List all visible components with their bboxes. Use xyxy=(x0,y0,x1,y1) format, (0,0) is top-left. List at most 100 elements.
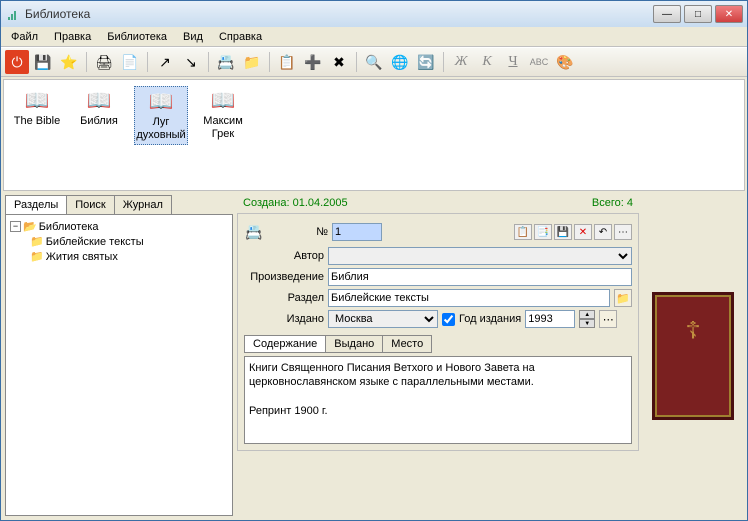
year-browse-icon[interactable]: ⋯ xyxy=(599,310,617,328)
book-cover[interactable]: ☦ xyxy=(652,292,734,420)
menu-file[interactable]: Файл xyxy=(7,29,42,45)
published-label: Издано xyxy=(244,313,324,325)
row-toolbar: 📋 📑 💾 ✕ ↶ ⋯ xyxy=(514,224,632,240)
underline-icon[interactable]: Ч xyxy=(501,50,525,74)
tree-child[interactable]: 📁 Библейские тексты xyxy=(30,234,228,249)
status-line: Создана: 01.04.2005 Всего: 4 xyxy=(237,195,639,211)
year-checkbox[interactable] xyxy=(442,313,455,326)
book-icon: 📖 xyxy=(149,89,174,114)
left-tabs: Разделы Поиск Журнал xyxy=(5,195,233,214)
subtab-place[interactable]: Место xyxy=(382,335,432,353)
print-icon[interactable]: 🖨 xyxy=(92,50,116,74)
mini-copy-icon[interactable]: 📑 xyxy=(534,224,552,240)
book-label: Луг духовный xyxy=(136,116,185,142)
tree-root[interactable]: − 📂 Библиотека xyxy=(10,219,228,234)
description-box[interactable]: Книги Священного Писания Ветхого и Новог… xyxy=(244,356,632,444)
star-icon[interactable]: ⭐ xyxy=(57,50,81,74)
delete-icon[interactable]: ✖ xyxy=(327,50,351,74)
search-icon[interactable]: 🔍 xyxy=(362,50,386,74)
new-icon[interactable]: 📋 xyxy=(275,50,299,74)
folder-icon: 📁 xyxy=(30,235,44,248)
subtab-issued[interactable]: Выдано xyxy=(325,335,383,353)
browse-folder-icon[interactable]: 📁 xyxy=(614,289,632,307)
section-label: Раздел xyxy=(244,292,324,304)
book-icon: 📖 xyxy=(211,88,236,113)
published-select[interactable]: Москва xyxy=(328,310,438,328)
card-icon[interactable]: 📇 xyxy=(214,50,238,74)
year-label: Год издания xyxy=(459,313,521,325)
tree-label: Жития святых xyxy=(46,251,118,263)
card-icon[interactable]: 📇 xyxy=(244,220,264,244)
menu-help[interactable]: Справка xyxy=(215,29,266,45)
folder-icon[interactable]: 📁 xyxy=(240,50,264,74)
stop-icon[interactable]: ⏻ xyxy=(5,50,29,74)
year-spinner: ▲ ▼ xyxy=(579,310,595,328)
menu-edit[interactable]: Правка xyxy=(50,29,95,45)
window-buttons: — □ ✕ xyxy=(653,5,743,23)
book-item[interactable]: 📖 The Bible xyxy=(10,86,64,130)
menu-view[interactable]: Вид xyxy=(179,29,207,45)
year-input[interactable] xyxy=(525,310,575,328)
titlebar: Библиотека — □ ✕ xyxy=(1,1,747,27)
export-icon[interactable]: ↗ xyxy=(153,50,177,74)
tab-journal[interactable]: Журнал xyxy=(114,195,172,214)
minimize-button[interactable]: — xyxy=(653,5,681,23)
work-input[interactable] xyxy=(328,268,632,286)
tree-child[interactable]: 📁 Жития святых xyxy=(30,249,228,264)
book-icon: 📖 xyxy=(87,88,112,113)
mini-delete-icon[interactable]: ✕ xyxy=(574,224,592,240)
mini-undo-icon[interactable]: ↶ xyxy=(594,224,612,240)
cover-panel: ☦ xyxy=(643,195,743,516)
close-button[interactable]: ✕ xyxy=(715,5,743,23)
menu-library[interactable]: Библиотека xyxy=(103,29,171,45)
globe-icon[interactable]: 🌐 xyxy=(388,50,412,74)
tree-label: Библиотека xyxy=(39,221,99,233)
created-status: Создана: 01.04.2005 xyxy=(243,197,348,209)
work-label: Произведение xyxy=(244,271,324,283)
print-preview-icon[interactable]: 📄 xyxy=(118,50,142,74)
book-label: The Bible xyxy=(14,115,60,128)
spellcheck-icon[interactable]: ABC xyxy=(527,50,551,74)
total-status: Всего: 4 xyxy=(592,197,633,209)
spin-down-icon[interactable]: ▼ xyxy=(579,319,595,328)
bold-icon[interactable]: Ж xyxy=(449,50,473,74)
app-window: Библиотека — □ ✕ Файл Правка Библиотека … xyxy=(0,0,748,521)
left-panel: Разделы Поиск Журнал − 📂 Библиотека 📁 Би… xyxy=(5,195,233,516)
num-input[interactable] xyxy=(332,223,382,241)
spin-up-icon[interactable]: ▲ xyxy=(579,310,595,319)
detail-panel: Создана: 01.04.2005 Всего: 4 📇 № 📋 📑 💾 ✕… xyxy=(237,195,639,516)
subtab-content[interactable]: Содержание xyxy=(244,335,326,353)
bookshelf: 📖 The Bible 📖 Библия 📖 Луг духовный 📖 Ма… xyxy=(3,79,745,191)
form-area: 📇 № 📋 📑 💾 ✕ ↶ ⋯ Автор xyxy=(237,213,639,451)
mini-save-icon[interactable]: 💾 xyxy=(554,224,572,240)
refresh-icon[interactable]: 🔄 xyxy=(414,50,438,74)
book-label: Библия xyxy=(80,115,118,128)
author-select[interactable] xyxy=(328,247,632,265)
sub-tabs: Содержание Выдано Место xyxy=(244,335,632,353)
add-icon[interactable]: ➕ xyxy=(301,50,325,74)
maximize-button[interactable]: □ xyxy=(684,5,712,23)
import-icon[interactable]: ↘ xyxy=(179,50,203,74)
italic-icon[interactable]: К xyxy=(475,50,499,74)
book-item[interactable]: 📖 Библия xyxy=(72,86,126,130)
palette-icon[interactable]: 🎨 xyxy=(553,50,577,74)
folder-open-icon: 📂 xyxy=(23,220,37,233)
toolbar: ⏻ 💾 ⭐ 🖨 📄 ↗ ↘ 📇 📁 📋 ➕ ✖ 🔍 🌐 🔄 Ж К Ч ABC … xyxy=(1,47,747,77)
book-item[interactable]: 📖 Максим Грек xyxy=(196,86,250,143)
section-input[interactable] xyxy=(328,289,610,307)
tree-label: Библейские тексты xyxy=(46,236,144,248)
tree-view[interactable]: − 📂 Библиотека 📁 Библейские тексты 📁 Жит… xyxy=(5,214,233,516)
mini-new-icon[interactable]: 📋 xyxy=(514,224,532,240)
tab-search[interactable]: Поиск xyxy=(66,195,114,214)
collapse-icon[interactable]: − xyxy=(10,221,21,232)
lower-pane: Разделы Поиск Журнал − 📂 Библиотека 📁 Би… xyxy=(1,193,747,520)
folder-icon: 📁 xyxy=(30,250,44,263)
save-icon[interactable]: 💾 xyxy=(31,50,55,74)
book-item-selected[interactable]: 📖 Луг духовный xyxy=(134,86,188,145)
app-icon xyxy=(5,6,21,22)
author-label: Автор xyxy=(244,250,324,262)
tab-sections[interactable]: Разделы xyxy=(5,195,67,214)
mini-more-icon[interactable]: ⋯ xyxy=(614,224,632,240)
book-label: Максим Грек xyxy=(198,115,248,141)
num-label: № xyxy=(268,226,328,238)
